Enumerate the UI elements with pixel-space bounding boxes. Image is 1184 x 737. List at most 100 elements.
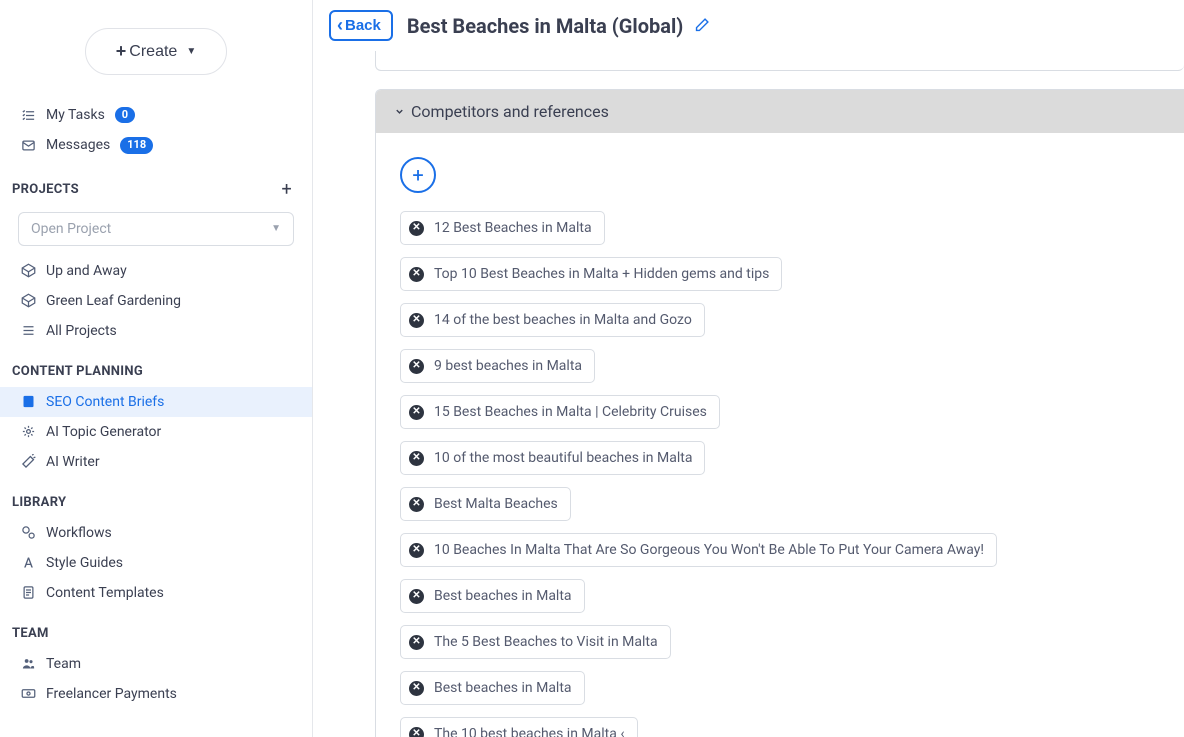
add-competitor-button[interactable]: +	[400, 157, 436, 193]
gears-icon	[20, 525, 36, 540]
competitors-list: ✕ 12 Best Beaches in Malta ✕ Top 10 Best Be…	[400, 211, 1160, 737]
competitor-item[interactable]: ✕ Top 10 Best Beaches in Malta + Hidden g…	[400, 257, 782, 291]
competitor-item[interactable]: ✕9 best beaches in Malta	[400, 349, 595, 383]
nav-messages[interactable]: Messages 118	[0, 130, 312, 160]
content-pane: Competitors and references + ✕ 12 Best Be…	[313, 51, 1184, 737]
competitor-label: 10 Beaches In Malta That Are So Gorgeous…	[434, 542, 984, 558]
note-icon	[20, 394, 36, 409]
remove-icon[interactable]: ✕	[409, 405, 424, 420]
chevron-down-icon: ▼	[186, 46, 196, 57]
competitor-item[interactable]: ✕ 12 Best Beaches in Malta	[400, 211, 605, 245]
competitor-item[interactable]: ✕ The 10 best beaches in Malta ‹	[400, 717, 638, 737]
remove-icon[interactable]: ✕	[409, 589, 424, 604]
nav-ai-writer[interactable]: AI Writer	[0, 447, 312, 477]
nav-style-guides[interactable]: Style Guides	[0, 548, 312, 578]
project-all[interactable]: All Projects	[0, 316, 312, 346]
project-label: Green Leaf Gardening	[46, 293, 181, 309]
list-icon	[20, 323, 36, 338]
remove-icon[interactable]: ✕	[409, 359, 424, 374]
my-tasks-badge: 0	[115, 107, 135, 123]
nav-templates[interactable]: Content Templates	[0, 578, 312, 608]
remove-icon[interactable]: ✕	[409, 635, 424, 650]
section-projects-label: PROJECTS	[12, 182, 79, 197]
payment-icon	[20, 686, 36, 701]
competitor-item[interactable]: ✕ Best beaches in Malta	[400, 579, 585, 613]
competitor-label: 15 Best Beaches in Malta | Celebrity Cru…	[434, 404, 707, 420]
previous-panel-fragment	[375, 51, 1184, 71]
nav-style-guides-label: Style Guides	[46, 555, 123, 571]
section-team-label: TEAM	[12, 626, 49, 641]
remove-icon[interactable]: ✕	[409, 313, 424, 328]
competitors-section: Competitors and references + ✕ 12 Best Be…	[375, 89, 1184, 737]
competitor-item[interactable]: ✕ Best Malta Beaches	[400, 487, 571, 521]
competitor-label: Best Malta Beaches	[434, 496, 558, 512]
competitor-item[interactable]: ✕ 10 of the most beautiful beaches in Mal…	[400, 441, 705, 475]
competitor-label: 12 Best Beaches in Malta	[434, 220, 592, 236]
competitor-item[interactable]: ✕ Best beaches in Malta	[400, 671, 585, 705]
back-label: Back	[345, 17, 381, 34]
open-project-placeholder: Open Project	[31, 221, 111, 237]
sparkle-icon	[20, 424, 36, 439]
create-label: Create	[129, 43, 177, 61]
nav-ai-topic[interactable]: AI Topic Generator	[0, 417, 312, 447]
project-label: All Projects	[46, 323, 117, 339]
nav-freelancer-label: Freelancer Payments	[46, 686, 177, 702]
section-header-team: TEAM	[0, 608, 312, 649]
competitors-body: + ✕ 12 Best Beaches in Malta ✕ Top 10 Best …	[376, 133, 1184, 737]
create-button[interactable]: + Create ▼	[85, 28, 227, 75]
competitors-accordion-toggle[interactable]: Competitors and references	[376, 90, 1184, 133]
open-project-select[interactable]: Open Project ▼	[18, 212, 294, 246]
competitor-item[interactable]: ✕ The 5 Best Beaches to Visit in Malta	[400, 625, 671, 659]
nav-my-tasks-label: My Tasks	[46, 107, 105, 123]
remove-icon[interactable]: ✕	[409, 681, 424, 696]
nav-ai-writer-label: AI Writer	[46, 454, 100, 470]
section-library-label: LIBRARY	[12, 495, 66, 510]
section-header-library: LIBRARY	[0, 477, 312, 518]
section-header-content-planning: CONTENT PLANNING	[0, 346, 312, 387]
page-title: Best Beaches in Malta (Global)	[407, 14, 710, 38]
competitor-item[interactable]: ✕ 15 Best Beaches in Malta | Celebrity Cr…	[400, 395, 720, 429]
remove-icon[interactable]: ✕	[409, 451, 424, 466]
competitor-label: The 5 Best Beaches to Visit in Malta	[434, 634, 658, 650]
project-up-and-away[interactable]: Up and Away	[0, 256, 312, 286]
nav-seo-briefs[interactable]: SEO Content Briefs	[0, 387, 312, 417]
remove-icon[interactable]: ✕	[409, 221, 424, 236]
competitor-label: 10 of the most beautiful beaches in Malt…	[434, 450, 692, 466]
chevron-down-icon: ▼	[271, 223, 281, 234]
nav-freelancer-payments[interactable]: Freelancer Payments	[0, 679, 312, 709]
cube-icon	[20, 293, 36, 308]
cube-icon	[20, 263, 36, 278]
competitor-item[interactable]: ✕14 of the best beaches in Malta and Goz…	[400, 303, 705, 337]
project-green-leaf[interactable]: Green Leaf Gardening	[0, 286, 312, 316]
edit-title-button[interactable]	[693, 17, 710, 34]
section-content-planning-label: CONTENT PLANNING	[12, 364, 143, 379]
back-button[interactable]: ‹ Back	[329, 10, 393, 41]
nav-ai-topic-label: AI Topic Generator	[46, 424, 161, 440]
section-header-projects: PROJECTS +	[0, 161, 312, 208]
nav-seo-briefs-label: SEO Content Briefs	[46, 394, 164, 410]
chevron-down-icon	[394, 106, 405, 117]
competitor-label: Best beaches in Malta	[434, 588, 572, 604]
header-bar: ‹ Back Best Beaches in Malta (Global)	[313, 0, 1184, 51]
document-icon	[20, 585, 36, 600]
competitor-label: Best beaches in Malta	[434, 680, 572, 696]
remove-icon[interactable]: ✕	[409, 267, 424, 282]
nav-workflows[interactable]: Workflows	[0, 518, 312, 548]
project-label: Up and Away	[46, 263, 127, 279]
nav-team[interactable]: Team	[0, 649, 312, 679]
remove-icon[interactable]: ✕	[409, 497, 424, 512]
remove-icon[interactable]: ✕	[409, 727, 424, 737]
plus-icon: +	[116, 41, 127, 62]
competitor-label: Top 10 Best Beaches in Malta + Hidden ge…	[434, 266, 769, 282]
envelope-icon	[20, 138, 36, 153]
competitor-item[interactable]: ✕ 10 Beaches In Malta That Are So Gorgeou…	[400, 533, 997, 567]
nav-messages-label: Messages	[46, 137, 110, 153]
plus-icon: +	[412, 163, 423, 187]
chevron-left-icon: ‹	[337, 15, 343, 36]
competitor-label: The 10 best beaches in Malta ‹	[434, 726, 625, 737]
nav-templates-label: Content Templates	[46, 585, 164, 601]
add-project-button[interactable]: +	[281, 179, 292, 200]
remove-icon[interactable]: ✕	[409, 543, 424, 558]
sidebar: + Create ▼ My Tasks 0 Messages 118 PROJE…	[0, 0, 313, 737]
nav-my-tasks[interactable]: My Tasks 0	[0, 100, 312, 130]
